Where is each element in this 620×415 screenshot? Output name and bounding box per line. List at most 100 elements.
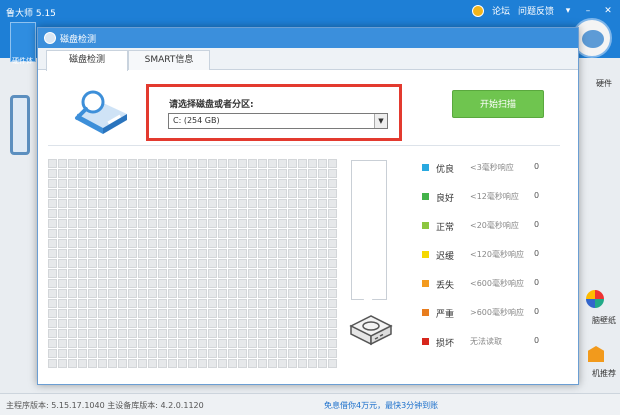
legend: 优良 <3毫秒响应 0 良好 <12毫秒响应 0 正常 <20毫秒响应 0 迟缓 <120毫秒响应 0… [422,161,572,364]
sector-cell [248,359,257,368]
sector-cell [298,309,307,318]
sector-cell [238,219,247,228]
sector-cell [148,279,157,288]
sector-cell [138,309,147,318]
sector-cell [188,219,197,228]
forum-link[interactable]: 论坛 [492,4,510,17]
sector-cell [168,169,177,178]
sector-cell [158,239,167,248]
sector-cell [138,289,147,298]
tab-smart-info[interactable]: SMART信息 [128,50,210,70]
sector-cell [248,309,257,318]
sector-cell [138,329,147,338]
sector-cell [208,289,217,298]
sector-cell [138,249,147,258]
sector-cell [218,279,227,288]
sector-cell [238,319,247,328]
disk-select-dropdown[interactable]: C: (254 GB) ▼ [168,113,388,129]
sector-cell [88,219,97,228]
sector-cell [248,199,257,208]
sector-cell [128,349,137,358]
sector-cell [238,329,247,338]
recommend-icon[interactable] [588,346,604,362]
sector-cell [148,209,157,218]
left-tab-label[interactable]: 硬件体 [12,56,33,66]
sector-cell [158,339,167,348]
sector-cell [78,229,87,238]
sector-cell [318,279,327,288]
sector-cell [298,179,307,188]
sector-cell [158,299,167,308]
sector-cell [328,259,337,268]
legend-desc: >600毫秒响应 [470,308,524,317]
sector-cell [248,159,257,168]
close-icon[interactable]: ✕ [602,6,614,16]
right-label-recommend[interactable]: 机推荐 [592,368,616,379]
sector-cell [198,199,207,208]
chevron-down-icon[interactable]: ▼ [374,114,387,128]
minimize-icon[interactable]: – [582,6,594,16]
sector-cell [178,349,187,358]
sector-cell [168,289,177,298]
sector-cell [158,289,167,298]
sector-cell [238,249,247,258]
sector-cell [58,249,67,258]
sector-cell [218,329,227,338]
sector-cell [248,329,257,338]
sector-cell [258,309,267,318]
right-label-wallpaper[interactable]: 脑壁纸 [592,315,616,326]
sector-cell [228,339,237,348]
sector-cell [298,239,307,248]
start-scan-button[interactable]: 开始扫描 [452,90,544,118]
sector-cell [118,309,127,318]
sector-cell [308,289,317,298]
sector-cell [328,319,337,328]
wallpaper-icon[interactable] [586,290,604,308]
feedback-link[interactable]: 问题反馈 [518,4,554,17]
sector-cell [188,349,197,358]
sector-cell [88,189,97,198]
sector-cell [198,229,207,238]
legend-row: 正常 <20毫秒响应 0 [422,219,572,248]
sector-cell [188,169,197,178]
sector-cell [98,319,107,328]
sector-cell [148,159,157,168]
sector-cell [98,349,107,358]
promo-link[interactable]: 免息借你4万元，最快3分钟到账 [324,400,438,411]
sector-cell [228,329,237,338]
sector-cell [248,179,257,188]
sector-cell [258,269,267,278]
sector-cell [268,269,277,278]
coin-icon[interactable] [471,4,484,17]
right-label-hardware[interactable]: 硬件 [596,78,612,89]
sector-cell [108,169,117,178]
disk-select-value: C: (254 GB) [173,116,220,125]
sector-cell [248,189,257,198]
sector-cell [138,349,147,358]
sector-cell [258,199,267,208]
menu-icon[interactable]: ▾ [562,6,574,16]
sector-cell [98,359,107,368]
sector-cell [278,209,287,218]
sector-cell [288,209,297,218]
sector-cell [268,309,277,318]
sector-cell [308,339,317,348]
sector-cell [108,359,117,368]
sector-cell [128,209,137,218]
sector-cell [188,259,197,268]
sector-cell [98,279,107,288]
sector-cell [288,309,297,318]
sector-cell [148,319,157,328]
tab-disk-check[interactable]: 磁盘检测 [46,50,128,71]
sector-cell [158,349,167,358]
sector-cell [78,319,87,328]
sector-cell [268,329,277,338]
sector-cell [218,179,227,188]
sector-cell [288,239,297,248]
sector-cell [158,219,167,228]
sector-cell [308,229,317,238]
sector-cell [238,189,247,198]
legend-swatch [422,164,429,171]
sector-cell [108,259,117,268]
sector-cell [308,179,317,188]
